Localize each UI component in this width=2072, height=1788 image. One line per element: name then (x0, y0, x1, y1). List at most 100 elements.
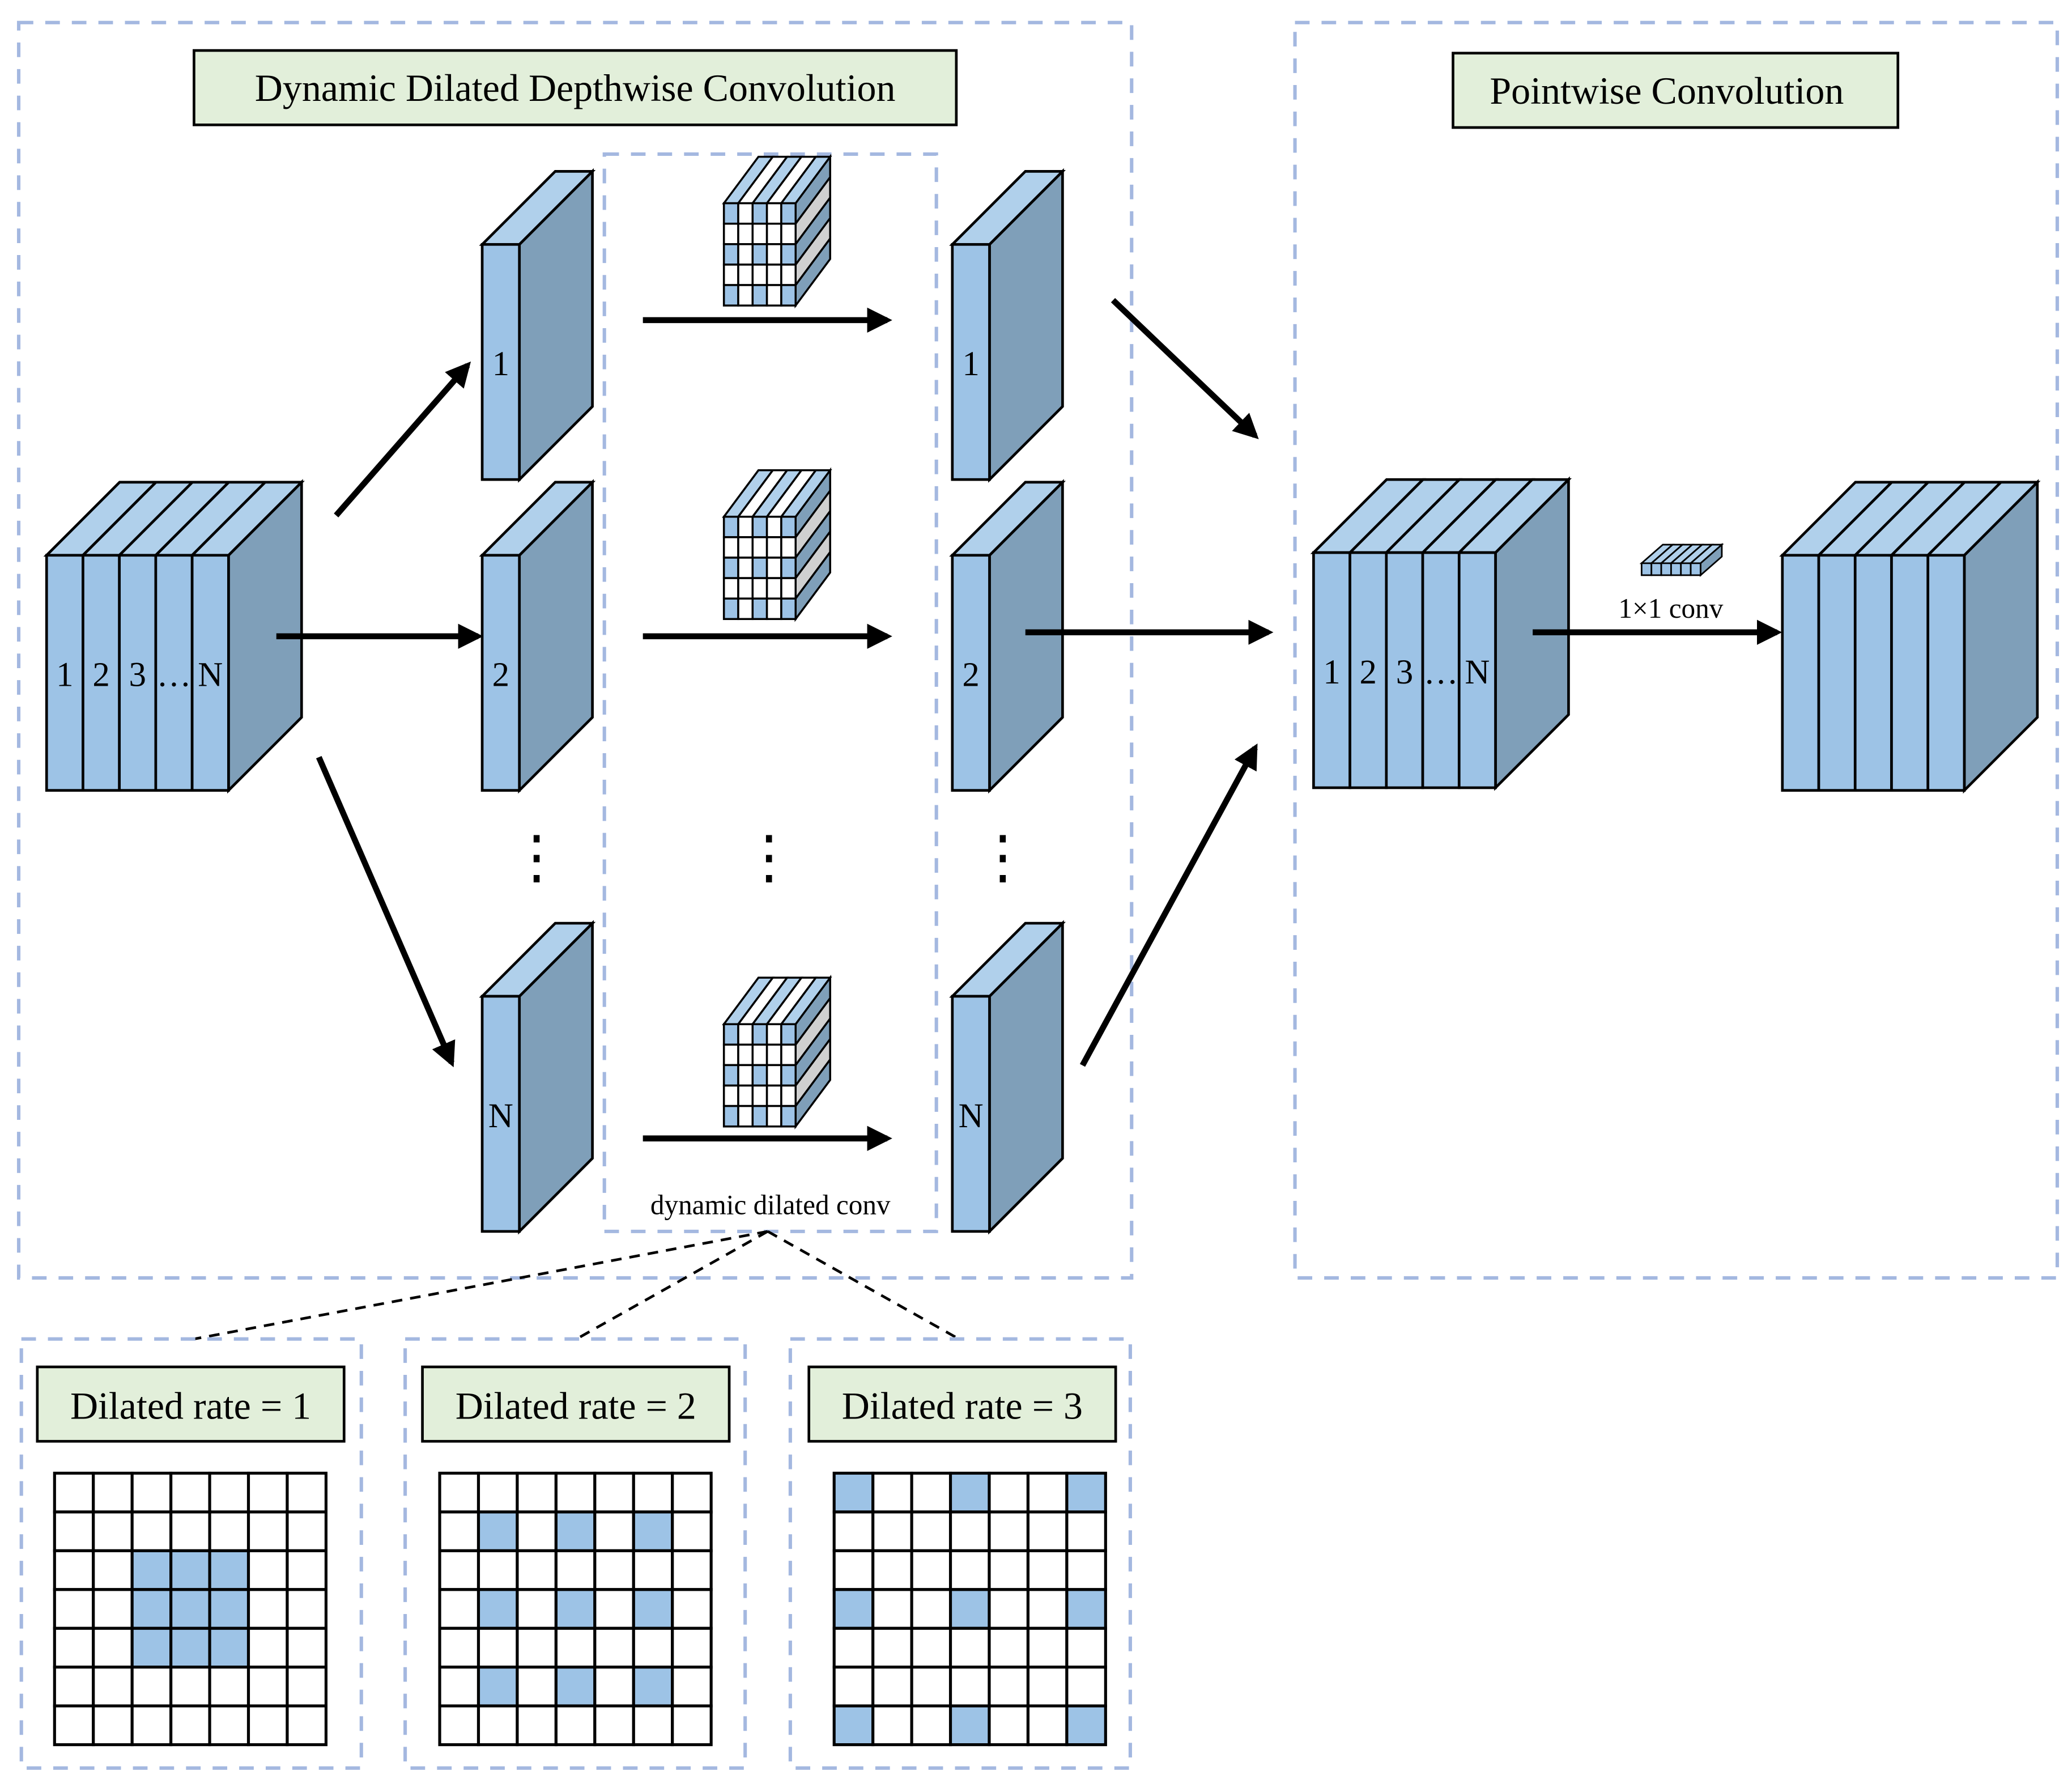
dilation-grid-cell (53, 1588, 95, 1630)
dilation-grid-cell (208, 1549, 250, 1591)
dilation-grid-cell (53, 1626, 95, 1669)
output-slab-3: N (949, 920, 1066, 1235)
split-channel-slabs: 1 2 N (479, 168, 596, 1235)
dilation-grid-cell (554, 1471, 597, 1514)
dilation-grid-cell (671, 1704, 713, 1747)
dilation-grid-cell (476, 1549, 519, 1591)
dilation-grid-cell (632, 1471, 674, 1514)
dilation-title: Dilated rate = 3 (842, 1384, 1083, 1427)
dynamic-kernels (722, 154, 832, 1130)
kernel-cell (765, 1105, 782, 1128)
dilation-grid-cell (910, 1626, 952, 1669)
dilation-grid-cell (593, 1626, 635, 1669)
dilation-grid-cell (438, 1588, 480, 1630)
dilation-grid-cell (871, 1626, 913, 1669)
dilation-grid-cell (554, 1549, 597, 1591)
kernel-cell (737, 1084, 754, 1107)
kernel-cell (751, 1064, 768, 1087)
dilation-grid-cell (554, 1704, 597, 1747)
dilation-grid-cell (948, 1666, 991, 1708)
dilation-grid-cell (53, 1471, 95, 1514)
kernel-cell (722, 1023, 739, 1046)
kernel-cell (765, 222, 782, 245)
kernel-cube-1 (722, 154, 832, 309)
dilation-grid-cell (988, 1588, 1030, 1630)
depthwise-title: Dynamic Dilated Depthwise Convolution (255, 66, 896, 109)
dilation-grid-cell (593, 1666, 635, 1708)
pointwise-input-cube: 1 2 3 … N (1310, 476, 1572, 791)
dilation-grid-cell (671, 1626, 713, 1669)
dilation-grid-cell (208, 1588, 250, 1630)
dilation-grid-cell (1065, 1588, 1107, 1630)
dilation-grid-cell (130, 1626, 173, 1669)
pw-kernel-cell (1690, 562, 1701, 576)
dilation-grid-cell (871, 1704, 913, 1747)
dilation-grid-cell (554, 1626, 597, 1669)
kernel-cell (780, 1064, 797, 1087)
dilation-grid-cell (910, 1471, 952, 1514)
kernel-cube-2 (722, 467, 832, 622)
dilation-grid-cell (476, 1626, 519, 1669)
dilation-grid-cell (476, 1588, 519, 1630)
kernel-cell (722, 222, 739, 245)
split-slab-2-label: 2 (492, 656, 509, 694)
split-slab-2: 2 (479, 479, 596, 794)
kernel-cell (737, 557, 754, 579)
dilation-grid-cell (438, 1666, 480, 1708)
dilation-grid-cell (53, 1549, 95, 1591)
dilation-grid-cell (988, 1510, 1030, 1552)
dilation-grid-cell (92, 1549, 134, 1591)
dilation-grid-cell (53, 1666, 95, 1708)
dilation-grid-cell (832, 1510, 875, 1552)
kernel-cell (765, 264, 782, 286)
dilation-grid-cell (1026, 1626, 1069, 1669)
split-slab-1: 1 (479, 168, 596, 483)
dilation-grid-cell (476, 1471, 519, 1514)
dilation-grid-cell (871, 1588, 913, 1630)
diagram-canvas: Dynamic Dilated Depthwise Convolution Po… (16, 20, 2060, 1770)
split-slab-1-label: 1 (492, 345, 509, 383)
dilation-grid-cell (246, 1471, 289, 1514)
input-channel-label-3: … (157, 656, 192, 694)
dilation-grid-cell (169, 1626, 211, 1669)
dilation-grid-cell (1065, 1666, 1107, 1708)
dilation-grid-cell (92, 1588, 134, 1630)
dilation-grid-cell (53, 1510, 95, 1552)
dilation-grid-cell (130, 1704, 173, 1747)
kernel-cell (765, 557, 782, 579)
pointwise-conv-label: 1×1 conv (1618, 593, 1723, 624)
kernel-cell (780, 1105, 797, 1128)
dilation-grid-cell (286, 1510, 327, 1552)
pointwise-channel-label-2: 3 (1396, 653, 1413, 691)
dilation-grid-cell (476, 1510, 519, 1552)
pointwise-output-cube (1779, 479, 2041, 794)
output-slab-3-label: N (959, 1097, 984, 1135)
dilation-grid-cell (438, 1471, 480, 1514)
dilation-grid-cell (871, 1549, 913, 1591)
dilation-grid-cell (169, 1471, 211, 1514)
dilation-grid-cell (92, 1471, 134, 1514)
kernel-cell (765, 1064, 782, 1087)
arrow-merge-1 (1111, 298, 1259, 439)
dilation-grid-cell (593, 1549, 635, 1591)
kernel-cell (765, 1023, 782, 1046)
kernel-cell (737, 222, 754, 245)
dilation-grid-cell (516, 1626, 558, 1669)
input-feature-cube: 1 2 3 … N (43, 479, 305, 794)
kernel-cell (765, 284, 782, 307)
kernel-cell (780, 536, 797, 559)
dilation-grid-cell (130, 1588, 173, 1630)
dilation-grid-cell (169, 1666, 211, 1708)
dilation-grid-cell (286, 1704, 327, 1747)
kernel-cell (737, 597, 754, 621)
kernel-cell (737, 577, 754, 600)
kernel-cell (780, 1023, 797, 1046)
dilation-grid-cell (554, 1588, 597, 1630)
dilation-grid-cell (516, 1549, 558, 1591)
kernel-cell (765, 516, 782, 538)
dilation-grid-cell (632, 1704, 674, 1747)
ellipsis-kernel: ⋮ (740, 825, 798, 890)
connector-rate-2 (576, 1230, 769, 1340)
connector-rate-1 (193, 1230, 768, 1341)
kernel-cell (737, 1023, 754, 1046)
